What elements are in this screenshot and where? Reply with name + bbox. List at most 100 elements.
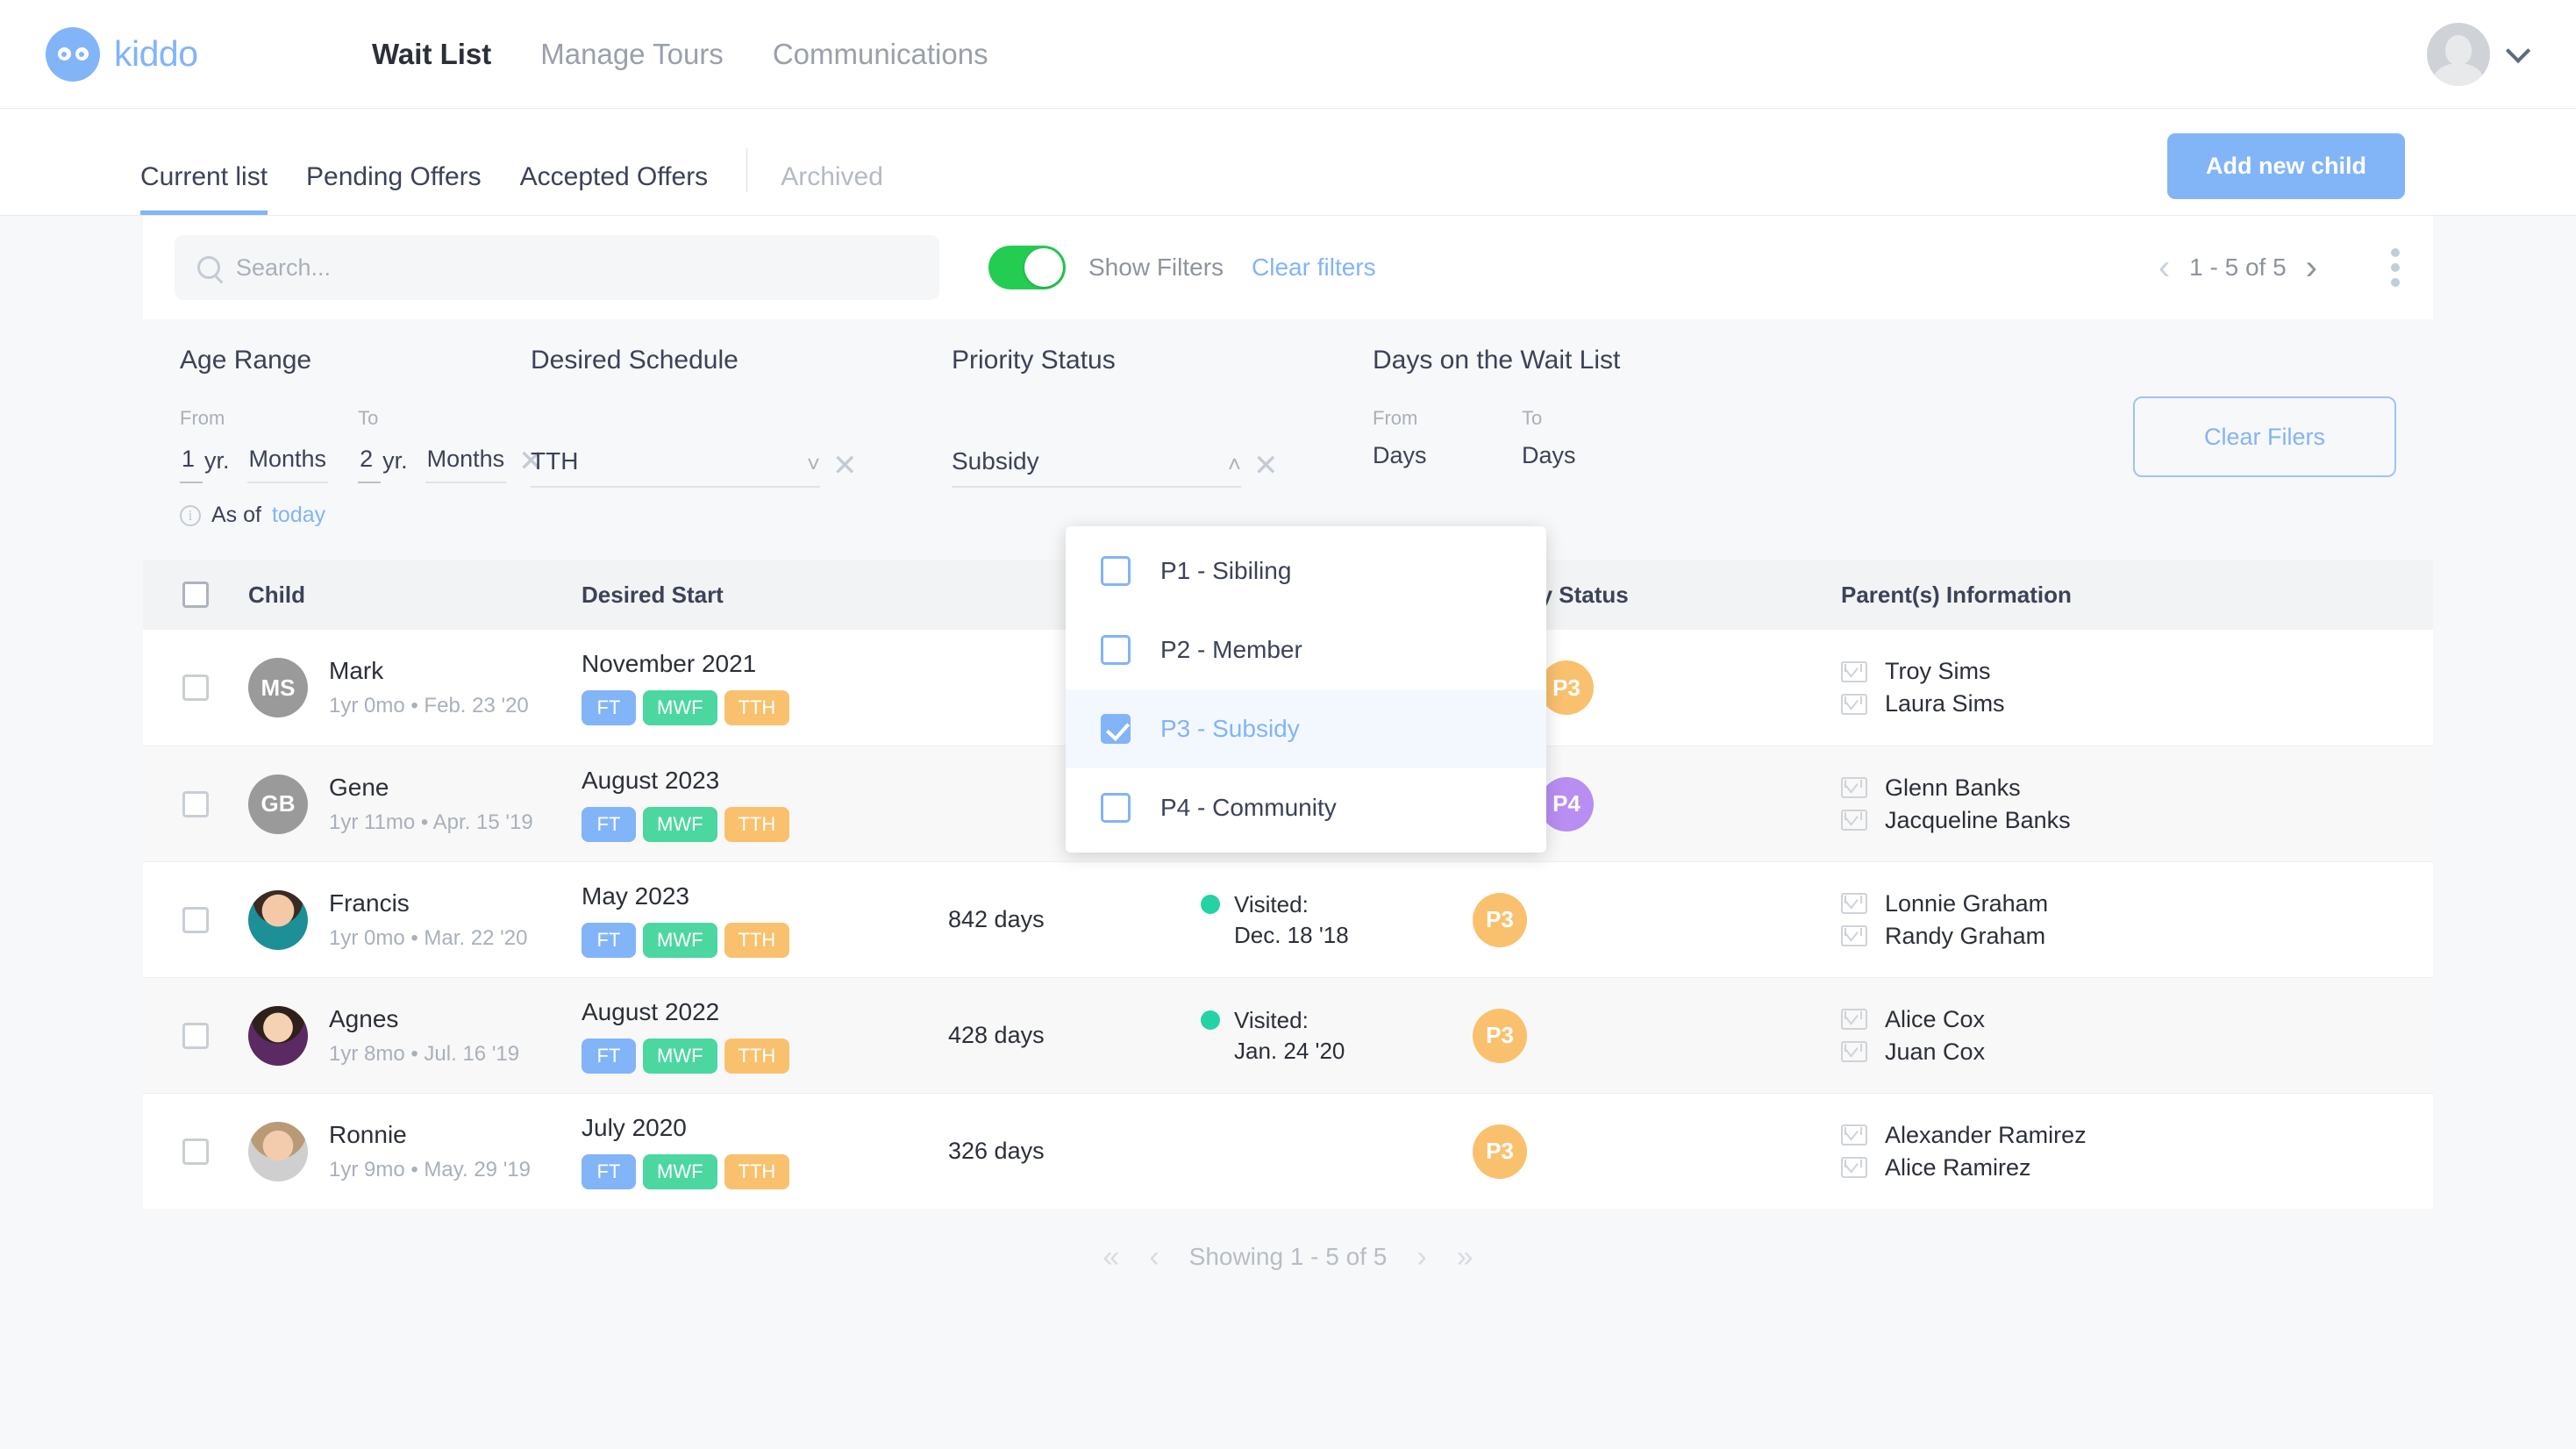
child-name: Francis [329,889,410,917]
desired-start-cell: May 2023 FT MWF TTH [582,882,948,958]
table-toolbar: Search... Show Filters Clear filters ‹ 1… [143,216,2433,319]
nav-link-communications[interactable]: Communications [773,38,988,71]
filter-panel: Age Range From 1 yr. Months To 2 yr. Mon… [143,319,2433,560]
days-to-input[interactable]: Days [1522,442,1636,480]
priority-select[interactable]: Subsidy ˄ [952,447,1241,488]
showing-range-label: Showing 1 - 5 of 5 [1188,1243,1388,1270]
days-from-input[interactable]: Days [1373,442,1487,480]
age-to-months-input[interactable]: Months [425,442,507,483]
parents-cell: Troy Sims Laura Sims [1841,653,2433,723]
priority-status-dropdown[interactable]: P1 - Sibiling P2 - Member P3 - Subsidy P… [1066,526,1546,853]
mail-icon[interactable] [1841,693,1867,715]
child-age-dob: 1yr 0mo • Mar. 22 '20 [329,925,528,950]
row-checkbox[interactable] [182,675,209,701]
tab-list: Current list Pending Offers Accepted Off… [140,148,922,215]
parent-name: Laura Sims [1885,690,2005,717]
checkbox-icon[interactable] [1101,556,1131,586]
filter-days-on-wait-list: Days on the Wait List From Days To Days [1373,346,1864,528]
dropdown-option-p2[interactable]: P2 - Member [1066,610,1546,689]
user-menu[interactable] [2427,22,2531,86]
mail-icon[interactable] [1841,1124,1867,1146]
clear-schedule-filter-icon[interactable]: ✕ [832,451,858,488]
top-navigation-bar: kiddo Wait List Manage Tours Communicati… [0,0,2576,109]
desired-start-date: August 2022 [582,997,720,1025]
tab-pending-offers[interactable]: Pending Offers [306,162,482,215]
clear-filters-button[interactable]: Clear Filers [2133,396,2396,477]
visited-status-dot [1201,1010,1220,1031]
table-row[interactable]: Francis 1yr 0mo • Mar. 22 '20 May 2023 F… [143,861,2433,977]
header-desired-start[interactable]: Desired Start [582,582,948,609]
filter-age-range: Age Range From 1 yr. Months To 2 yr. Mon… [180,346,544,528]
dropdown-option-p3[interactable]: P3 - Subsidy [1066,689,1546,768]
table-row[interactable]: Agnes 1yr 8mo • Jul. 16 '19 August 2022 … [143,977,2433,1093]
child-age-dob: 1yr 9mo • May. 29 '19 [329,1157,531,1181]
select-all-cell [143,582,248,608]
clear-filters-link[interactable]: Clear filters [1252,253,1376,282]
days-cell: 326 days [948,1138,1201,1165]
previous-page-icon[interactable]: ‹ [1149,1242,1159,1272]
priority-cell: P3 [1473,1124,1841,1179]
brand-logo[interactable]: kiddo [46,26,335,82]
clear-priority-filter-icon[interactable]: ✕ [1253,451,1279,488]
header-parents-information[interactable]: Parent(s) Information [1841,582,2433,609]
dropdown-option-p4[interactable]: P4 - Community [1066,768,1546,847]
mail-icon[interactable] [1841,777,1867,798]
checkbox-icon[interactable] [1101,635,1131,665]
show-filters-toggle[interactable] [988,246,1066,289]
row-checkbox[interactable] [182,790,209,817]
age-from-years-input[interactable]: 1 [180,442,203,483]
header-child[interactable]: Child [248,582,582,609]
chevron-down-icon[interactable] [2505,38,2531,63]
pill-mwf: MWF [643,1038,717,1074]
tab-archived[interactable]: Archived [781,162,883,215]
next-page-icon[interactable]: › [1416,1242,1426,1272]
visited-date: Dec. 18 '18 [1234,921,1349,948]
row-checkbox[interactable] [182,906,209,933]
row-checkbox[interactable] [182,1022,209,1049]
mail-icon[interactable] [1841,810,1867,831]
pill-ft: FT [582,690,636,725]
mail-icon[interactable] [1841,1157,1867,1178]
chevron-up-icon[interactable]: ˄ [1228,453,1241,475]
app-root: kiddo Wait List Manage Tours Communicati… [0,0,2576,1449]
age-to-years-input[interactable]: 2 [358,442,382,483]
add-new-child-button[interactable]: Add new child [2166,133,2405,199]
next-page-icon[interactable]: › [2287,250,2337,285]
pill-ft: FT [582,1038,636,1074]
select-all-checkbox[interactable] [182,582,209,608]
days-value: 326 days [948,1138,1045,1164]
row-checkbox[interactable] [182,1138,209,1165]
tab-accepted-offers[interactable]: Accepted Offers [520,162,709,215]
pill-ft: FT [582,922,636,958]
child-cell: Francis 1yr 0mo • Mar. 22 '20 [248,889,582,951]
mail-icon[interactable] [1841,1041,1867,1062]
parents-cell: Lonnie Graham Randy Graham [1841,885,2433,955]
checkbox-icon[interactable] [1101,793,1131,823]
chevron-down-icon[interactable]: ˅ [807,453,820,475]
as-of-today-link[interactable]: today [272,503,325,528]
last-page-icon[interactable]: » [1457,1242,1474,1272]
mail-icon[interactable] [1841,660,1867,682]
desired-start-date: August 2023 [582,766,720,794]
mail-icon[interactable] [1841,925,1867,946]
schedule-select[interactable]: TTH ˅ [531,447,820,488]
parent-name: Lonnie Graham [1885,889,2049,917]
age-from-months-input[interactable]: Months [246,442,329,483]
first-page-icon[interactable]: « [1102,1242,1119,1272]
prev-page-icon[interactable]: ‹ [2139,250,2189,285]
dropdown-option-p1[interactable]: P1 - Sibiling [1066,532,1546,610]
more-options-icon[interactable] [2384,241,2407,294]
mail-icon[interactable] [1841,1009,1867,1030]
child-age-dob: 1yr 0mo • Feb. 23 '20 [329,694,529,717]
mail-icon[interactable] [1841,893,1867,914]
table-row[interactable]: Ronnie 1yr 9mo • May. 29 '19 July 2020 F… [143,1093,2433,1209]
nav-link-manage-tours[interactable]: Manage Tours [540,38,724,71]
page-count-label: 1 - 5 of 5 [2189,253,2287,281]
child-age-dob: 1yr 8mo • Jul. 16 '19 [329,1041,520,1066]
user-avatar[interactable] [2427,22,2490,86]
checkbox-checked-icon[interactable] [1101,714,1131,744]
search-input[interactable]: Search... [175,235,939,300]
nav-link-wait-list[interactable]: Wait List [372,38,491,71]
visited-cell: Visited: Dec. 18 '18 [1201,889,1473,950]
tab-current-list[interactable]: Current list [140,162,268,215]
